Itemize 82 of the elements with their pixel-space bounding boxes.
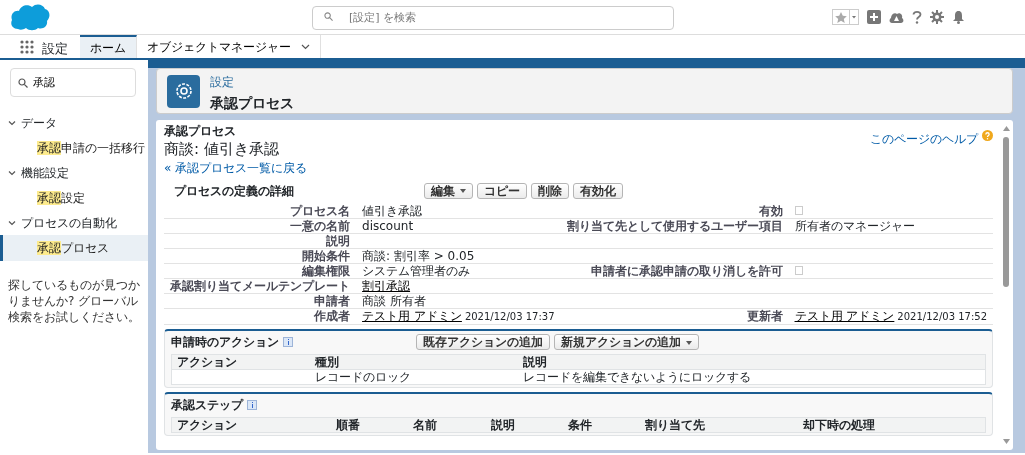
column-header: 種別 — [309, 354, 518, 370]
table-cell: レコードのロック — [309, 369, 518, 385]
field-value: 値引き承認 — [362, 204, 423, 218]
tree-item[interactable]: 承認プロセス — [0, 235, 149, 261]
field-label: 申請者 — [164, 293, 357, 309]
info-icon — [283, 337, 294, 347]
app-launcher-icon[interactable] — [20, 39, 34, 54]
field-value: discount — [362, 219, 414, 233]
info-icon — [247, 400, 258, 410]
favorites-icon[interactable] — [832, 9, 859, 25]
dropdown-button[interactable]: 新規アクションの追加 — [554, 334, 700, 350]
scroll-down-arrow-icon[interactable] — [1002, 439, 1010, 444]
column-header: アクション — [171, 417, 332, 433]
field-label: 開始条件 — [164, 248, 357, 264]
section-title: 承認ステップ — [171, 397, 244, 414]
timestamp: 2021/12/03 17:37 — [464, 311, 555, 322]
search-icon — [324, 12, 333, 22]
column-header: 却下時の処理 — [798, 417, 986, 433]
field-label: 割り当て先として使用するユーザー項目 — [560, 218, 789, 234]
action-button[interactable]: コピー — [477, 182, 528, 199]
user-link[interactable]: テスト用 アドミン — [794, 309, 895, 323]
help-link[interactable]: このページのヘルプ — [870, 130, 978, 148]
caret-icon — [686, 340, 693, 345]
tree-node[interactable]: データ — [0, 111, 149, 135]
page-title: 承認プロセス — [210, 93, 295, 113]
tree-item[interactable]: 承認申請の一括移行 — [0, 135, 149, 161]
column-header: 順番 — [331, 417, 409, 433]
field-label: 有効 — [560, 204, 789, 219]
field-label: 承認割り当てメールテンプレート — [164, 278, 357, 294]
dropdown-button[interactable]: 編集 — [424, 182, 474, 199]
field-value: 所有者のマネージャー — [794, 219, 915, 233]
tree-item[interactable]: 承認設定 — [0, 185, 149, 211]
record-type-label: 承認プロセス — [164, 124, 237, 138]
column-header: 条件 — [562, 417, 640, 433]
column-header: アクション — [171, 354, 310, 370]
timestamp: 2021/12/03 17:52 — [897, 311, 987, 322]
breadcrumb-link[interactable]: 設定 — [210, 74, 235, 89]
settings-icon[interactable] — [930, 10, 944, 24]
action-button[interactable]: 削除 — [531, 182, 570, 199]
field-link[interactable]: 割引承認 — [362, 279, 411, 293]
field-label: プロセス名 — [164, 204, 357, 219]
search-field[interactable]: [設定] を検索 — [312, 5, 674, 30]
field-value: 商談 所有者 — [362, 294, 426, 308]
field-label: 作成者 — [164, 308, 357, 325]
chevron-down-icon — [8, 119, 16, 127]
search-field[interactable]: 承認 — [10, 68, 137, 97]
section-title: プロセスの定義の詳細 — [174, 183, 295, 198]
field-label: 更新者 — [560, 308, 789, 325]
add-icon[interactable] — [867, 10, 881, 24]
cloud-logo[interactable] — [10, 3, 50, 31]
search-icon — [18, 78, 28, 88]
chevron-down-icon — [8, 169, 16, 177]
help-icon[interactable] — [912, 10, 922, 24]
field-label: 申請者に承認申請の取り消しを許可 — [560, 263, 789, 279]
field-label: 説明 — [164, 233, 357, 249]
app-title: 設定 — [41, 40, 69, 58]
chevron-down-icon — [8, 219, 16, 227]
column-header: 名前 — [408, 417, 486, 433]
back-link[interactable]: « 承認プロセス一覧に戻る — [164, 161, 308, 175]
record-title: 商談: 値引き承認 — [164, 139, 279, 158]
nav-tab[interactable]: ホーム — [80, 35, 137, 58]
notification-bell-icon[interactable] — [952, 10, 965, 24]
chevron-down-icon — [301, 43, 310, 50]
not-found-message: 探しているものが見つかりませんか? グローバル検索をお試しください。 — [7, 277, 141, 326]
tree-node[interactable]: 機能設定 — [0, 161, 149, 185]
field-value: 商談: 割引率 > 0.05 — [362, 249, 475, 263]
column-header: 説明 — [485, 417, 563, 433]
cloud-icon[interactable] — [889, 10, 904, 24]
field-label: 一意の名前 — [164, 218, 357, 234]
field-label: 編集権限 — [164, 263, 357, 279]
section-title: 申請時のアクション — [171, 334, 280, 351]
table-cell: レコードを編集できないようにロックする — [517, 369, 986, 385]
field-value: システム管理者のみ — [362, 264, 471, 278]
column-header: 説明 — [517, 354, 986, 370]
action-button[interactable]: 有効化 — [573, 182, 624, 199]
tree-node[interactable]: プロセスの自動化 — [0, 211, 149, 235]
caret-icon — [460, 189, 467, 194]
column-header: 割り当て先 — [639, 417, 799, 433]
scroll-up-arrow-icon[interactable] — [1002, 126, 1010, 131]
user-link[interactable]: テスト用 アドミン — [362, 309, 462, 323]
gear-icon — [167, 74, 201, 108]
action-button[interactable]: 既存アクションの追加 — [416, 334, 551, 350]
